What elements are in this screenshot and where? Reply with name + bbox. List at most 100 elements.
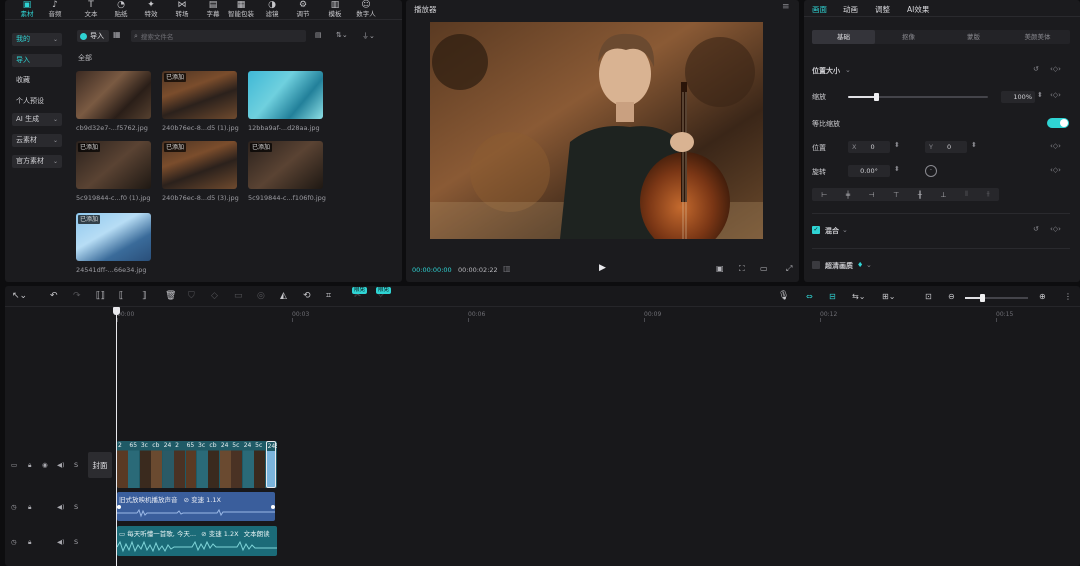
track-audio2-s[interactable]: S — [74, 538, 78, 546]
redo-icon[interactable]: ↷ — [73, 291, 81, 301]
blend-checkbox[interactable]: ✓ — [812, 226, 820, 234]
video-clip[interactable]: 2 — [117, 441, 128, 488]
track-audio2-clock-icon[interactable]: ◷ — [11, 538, 17, 546]
track-audio1-s[interactable]: S — [74, 503, 78, 511]
scale-slider-knob[interactable] — [874, 93, 879, 101]
playhead-handle[interactable] — [113, 307, 120, 315]
sidebar-item-4[interactable]: AI 生成 ⌄ — [12, 113, 62, 126]
player-menu-icon[interactable]: ≡ — [782, 2, 790, 12]
split-left-icon[interactable]: ⟦ — [119, 291, 123, 301]
scale-slider-track[interactable] — [848, 93, 988, 101]
hd-chevron-icon[interactable]: ⌄ — [866, 261, 872, 269]
inspector-tab-0[interactable]: 画面 — [812, 4, 827, 15]
video-clip[interactable]: 5c — [254, 441, 266, 488]
track-video-cover-icon[interactable]: ▭ — [11, 461, 17, 469]
track-audio1-clock-icon[interactable]: ◷ — [11, 503, 17, 511]
zoom-slider[interactable] — [965, 294, 1028, 302]
media-thumbnail[interactable]: 已添加 — [248, 141, 323, 189]
snap-icon[interactable]: ⊟ — [829, 292, 836, 301]
inspector-subtab-1[interactable]: 抠像 — [877, 30, 940, 44]
keyframe-size-icon[interactable]: ‹◇› — [1050, 65, 1061, 73]
media-thumbnail[interactable]: 已添加 — [76, 141, 151, 189]
zoom-out-icon[interactable]: ⊖ — [948, 292, 955, 301]
scale-value-field[interactable]: 100% — [1001, 91, 1035, 103]
video-clip[interactable]: 5c — [231, 441, 243, 488]
track-video-audio-icon[interactable]: ◀) — [57, 461, 65, 469]
inspector-tab-1[interactable]: 动画 — [843, 4, 858, 15]
sidebar-item-2[interactable]: 收藏 — [12, 74, 62, 87]
filter-icon[interactable]: ⏚⌄ — [362, 31, 375, 41]
align-right-icon[interactable]: ⊣ — [869, 191, 875, 199]
cover-button[interactable]: 封面 — [88, 452, 112, 478]
media-thumbnail[interactable]: 已添加 — [162, 141, 237, 189]
inspector-subtab-3[interactable]: 美颜美体 — [1006, 30, 1069, 44]
delete-icon[interactable]: 🗑︎ — [165, 291, 176, 301]
hd-checkbox[interactable] — [812, 261, 820, 269]
track-audio2-audio-icon[interactable]: ◀) — [57, 538, 65, 546]
blend-chevron-icon[interactable]: ⌄ — [842, 226, 848, 234]
media-thumbnail[interactable] — [76, 71, 151, 119]
video-clip[interactable]: 2 — [174, 441, 186, 488]
media-thumbnail[interactable] — [248, 71, 323, 119]
toolbar-item-7[interactable]: ▦ 智能包装 — [224, 0, 258, 20]
video-clip[interactable]: 3c — [197, 441, 208, 488]
timecode-grid-icon[interactable]: ▥ — [503, 264, 511, 273]
x-stepper-icon[interactable]: ⬍ — [894, 141, 900, 149]
mic-icon[interactable]: 🎙 — [778, 291, 789, 301]
zoom-in-icon[interactable]: ⊕ — [1039, 292, 1046, 301]
rotation-stepper-icon[interactable]: ⬍ — [894, 165, 900, 173]
split-icon[interactable]: ⟦⟧ — [96, 291, 105, 301]
video-preview[interactable] — [430, 22, 763, 239]
zoom-slider-knob[interactable] — [980, 294, 985, 302]
crop-shape-icon[interactable]: ◇ — [211, 291, 218, 301]
split-right-icon[interactable]: ⟧ — [142, 291, 146, 301]
timeline-more-icon[interactable]: ⋮ — [1064, 292, 1072, 301]
shield-icon[interactable]: ⛉ — [188, 291, 195, 301]
video-clip[interactable]: 65 — [128, 441, 140, 488]
reset-blend-icon[interactable]: ↺ — [1033, 225, 1039, 233]
sidebar-item-0[interactable]: 我的 ⌄ — [12, 33, 62, 46]
position-y-field[interactable]: Y0 — [925, 141, 967, 153]
align-center-v-icon[interactable]: ╫ — [918, 191, 922, 199]
mirror-icon[interactable]: ◭ — [280, 291, 287, 301]
undo-icon[interactable]: ↶ — [50, 291, 58, 301]
sidebar-item-3[interactable]: 个人预设 — [12, 95, 62, 108]
keyframe-scale-icon[interactable]: ‹◇› — [1050, 91, 1061, 99]
toolbar-item-8[interactable]: ◑ 滤镜 — [255, 0, 289, 20]
media-thumbnail[interactable]: 已添加 — [76, 213, 151, 261]
media-thumbnail[interactable]: 已添加 — [162, 71, 237, 119]
track-video-lock-icon[interactable]: 🔒︎ — [28, 461, 31, 470]
import-button[interactable]: 导入 — [77, 30, 109, 42]
keyframe-rotation-icon[interactable]: ‹◇› — [1050, 166, 1061, 174]
ratio-off-icon[interactable]: ▭ — [234, 291, 243, 301]
grid-view-icon[interactable]: ▦ — [113, 30, 121, 39]
video-clip[interactable]: 24 — [242, 441, 254, 488]
rotation-dial-icon[interactable]: · — [925, 165, 937, 177]
video-clip[interactable]: cb — [151, 441, 163, 488]
video-clip[interactable]: 65 — [185, 441, 197, 488]
audio-clip-1-handle-right[interactable] — [271, 505, 275, 509]
track-audio1-audio-icon[interactable]: ◀) — [57, 503, 65, 511]
reset-size-icon[interactable]: ↺ — [1033, 65, 1039, 73]
search-input[interactable]: ⌕ 搜索文件名 — [131, 30, 306, 42]
preview-axis-icon[interactable]: ⊞⌄ — [882, 292, 895, 301]
rotation-field[interactable]: 0.00° — [848, 165, 890, 177]
video-clip[interactable]: 3c — [139, 441, 151, 488]
uniform-scale-toggle[interactable] — [1047, 118, 1069, 128]
section-size-chevron-icon[interactable]: ⌄ — [845, 66, 851, 74]
link-main-icon[interactable]: ⇔ — [806, 292, 813, 301]
sidebar-item-5[interactable]: 云素材 ⌄ — [12, 134, 62, 147]
keyframe-position-icon[interactable]: ‹◇› — [1050, 142, 1061, 150]
align-bottom-icon[interactable]: ⊥ — [940, 191, 946, 199]
y-stepper-icon[interactable]: ⬍ — [971, 141, 977, 149]
keyframe-blend-icon[interactable]: ‹◇› — [1050, 225, 1061, 233]
audio-clip-1-handle-left[interactable] — [117, 505, 121, 509]
align-top-icon[interactable]: ⊤ — [893, 191, 899, 199]
toolbar-item-11[interactable]: ☺ 数字人 — [349, 0, 383, 20]
crop-icon[interactable]: ⌗ — [326, 291, 331, 301]
inspector-subtab-2[interactable]: 蒙版 — [942, 30, 1005, 44]
track-audio1-lock-icon[interactable]: 🔒︎ — [28, 503, 31, 512]
track-video-s[interactable]: S — [74, 461, 78, 469]
toolbar-item-4[interactable]: ✦ 特效 — [134, 0, 168, 20]
arrange-icon[interactable]: ⇅⌄ — [336, 31, 348, 39]
